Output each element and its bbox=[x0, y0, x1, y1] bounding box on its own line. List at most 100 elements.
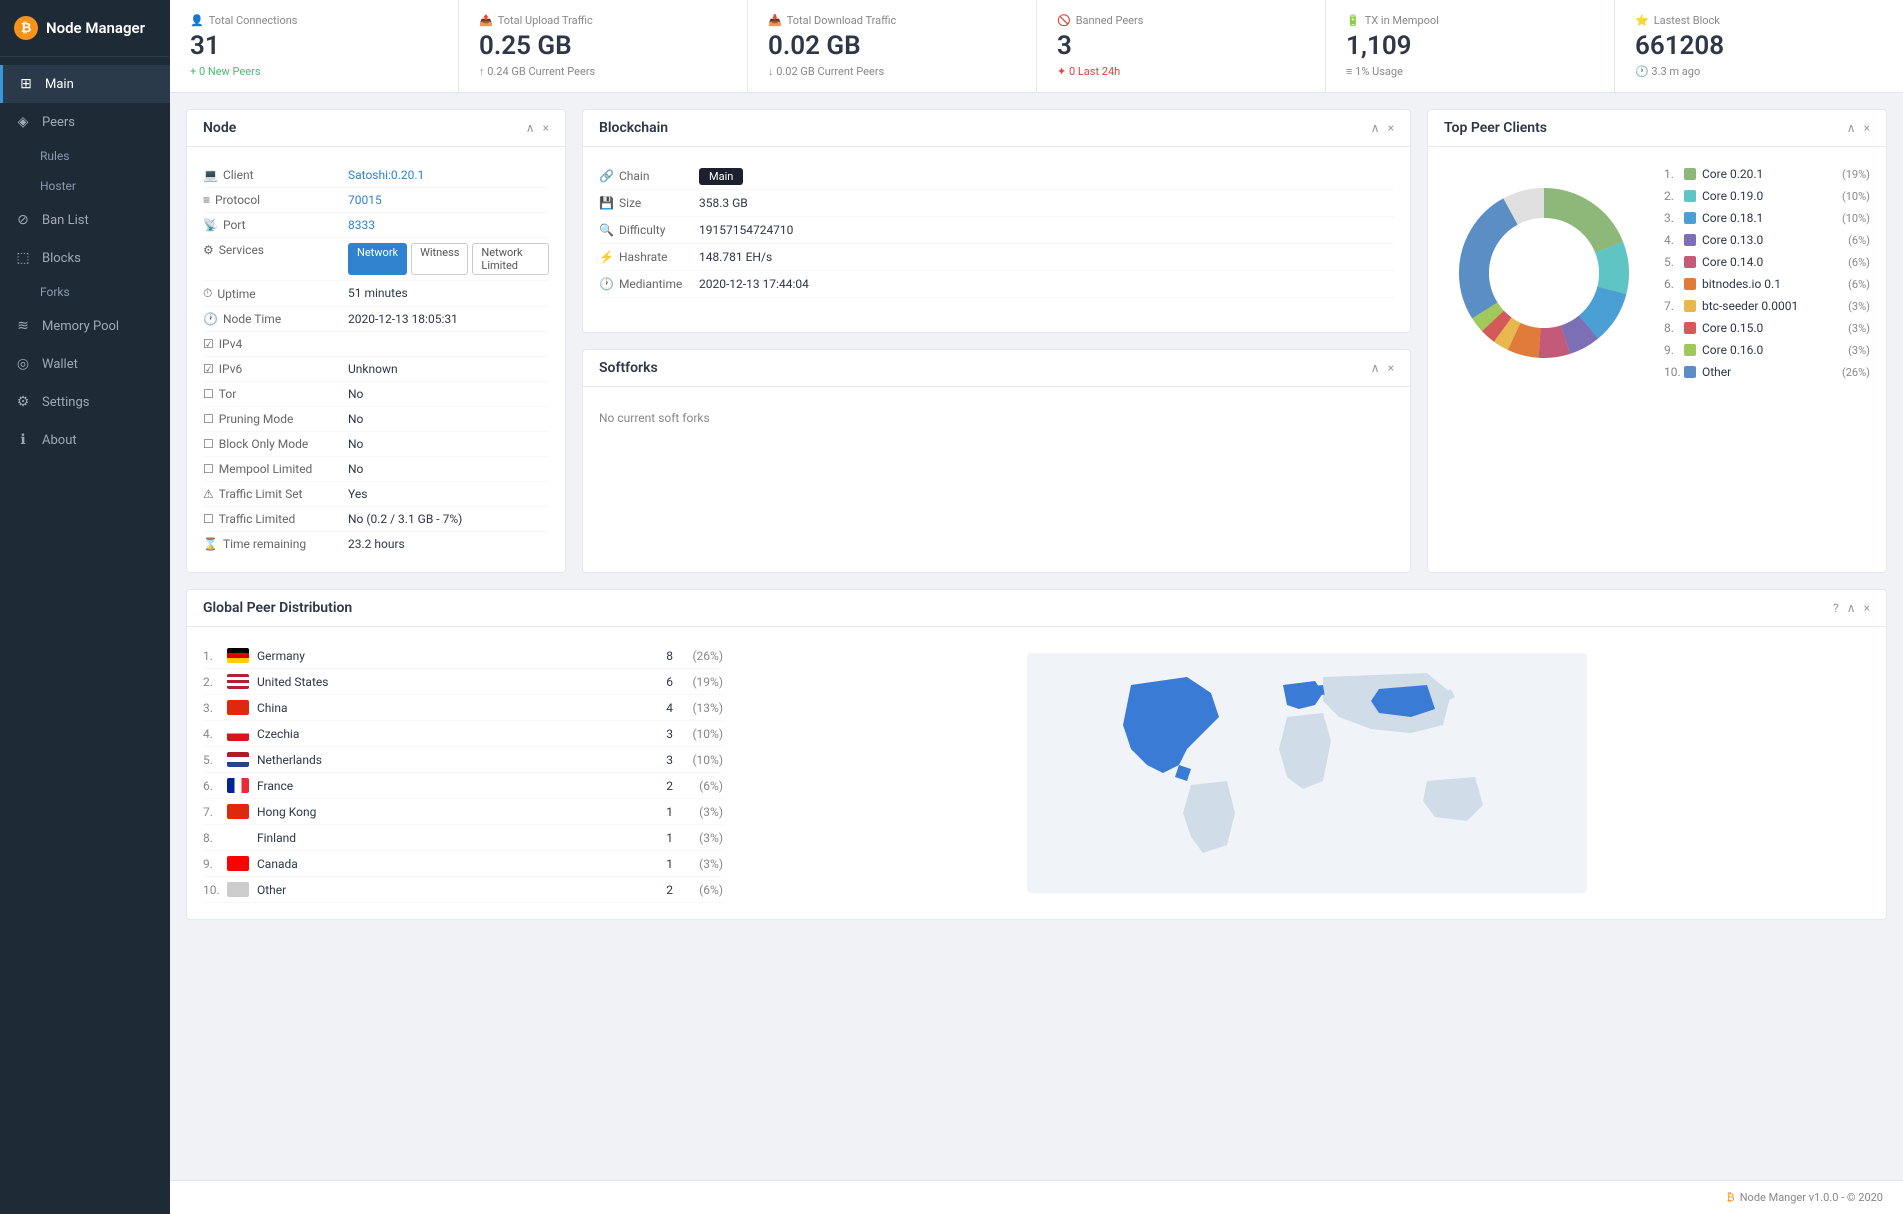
stat-banned-label: 🚫 Banned Peers bbox=[1057, 14, 1305, 27]
sidebar-item-about[interactable]: ℹ About bbox=[0, 421, 170, 459]
node-panel-body: 💻 Client Satoshi:0.20.1 ≡ Protocol 70015… bbox=[187, 147, 565, 572]
dist-row-3: 3. China 4 (13%) bbox=[203, 695, 723, 721]
node-row-uptime: ⏱ Uptime 51 minutes bbox=[203, 281, 549, 307]
blockchain-panel-title: Blockchain bbox=[599, 120, 668, 136]
tor-icon: ☐ bbox=[203, 387, 214, 401]
peer-item-1: 1. Core 0.20.1 (19%) bbox=[1664, 163, 1870, 185]
badge-network: Network bbox=[348, 243, 407, 275]
sidebar-item-main[interactable]: ⊞ Main bbox=[0, 65, 170, 103]
distribution-panel: Global Peer Distribution ? ∧ × 1. German… bbox=[186, 589, 1887, 920]
stat-upload-label: 📤 Total Upload Traffic bbox=[479, 14, 727, 27]
distribution-close-btn[interactable]: × bbox=[1864, 601, 1870, 615]
sidebar-item-forks[interactable]: Forks bbox=[0, 277, 170, 307]
mediantime-icon: 🕐 bbox=[599, 277, 614, 291]
stat-download: 📥 Total Download Traffic 0.02 GB ↓ 0.02 … bbox=[748, 0, 1037, 92]
stat-mempool-value: 1,109 bbox=[1346, 31, 1594, 62]
stat-block: ⭐ Lastest Block 661208 🕐 3.3 m ago bbox=[1615, 0, 1903, 92]
dist-row-7: 7. Hong Kong 1 (3%) bbox=[203, 799, 723, 825]
services-icon: ⚙ bbox=[203, 243, 214, 257]
stat-download-label: 📥 Total Download Traffic bbox=[768, 14, 1016, 27]
stat-connections-sub: + 0 New Peers bbox=[190, 65, 438, 78]
blockchain-close-btn[interactable]: × bbox=[1388, 121, 1394, 135]
app-logo: ₿ Node Manager bbox=[0, 0, 170, 57]
node-row-protocol: ≡ Protocol 70015 bbox=[203, 188, 549, 213]
node-panel-title: Node bbox=[203, 120, 236, 136]
stat-block-value: 661208 bbox=[1635, 31, 1883, 62]
peers-list: 1. Core 0.20.1 (19%) 2. Core 0.19.0 (10%… bbox=[1664, 163, 1870, 383]
top-peers-collapse-btn[interactable]: ∧ bbox=[1847, 121, 1856, 135]
distribution-collapse-btn[interactable]: ∧ bbox=[1847, 601, 1856, 615]
blockchain-row-size: 💾 Size 358.3 GB bbox=[599, 190, 1394, 217]
nodetime-icon: 🕐 bbox=[203, 312, 218, 326]
softforks-panel-title: Softforks bbox=[599, 360, 658, 376]
softforks-collapse-btn[interactable]: ∧ bbox=[1371, 361, 1380, 375]
blockchain-collapse-btn[interactable]: ∧ bbox=[1371, 121, 1380, 135]
footer-text: Node Manger v1.0.0 - © 2020 bbox=[1740, 1191, 1883, 1204]
node-panel-header: Node ∧ × bbox=[187, 110, 565, 147]
sidebar-item-blocks[interactable]: ⬚ Blocks bbox=[0, 239, 170, 277]
distribution-panel-header: Global Peer Distribution ? ∧ × bbox=[187, 590, 1886, 627]
hashrate-icon: ⚡ bbox=[599, 250, 614, 264]
flag-us bbox=[227, 674, 249, 689]
wallet-icon: ◎ bbox=[14, 355, 32, 373]
stat-upload-value: 0.25 GB bbox=[479, 31, 727, 62]
sidebar-label-blocks: Blocks bbox=[42, 251, 81, 266]
peer-color-3 bbox=[1684, 212, 1696, 224]
peer-color-9 bbox=[1684, 344, 1696, 356]
flag-fr bbox=[227, 778, 249, 793]
stats-bar: 👤 Total Connections 31 + 0 New Peers 📤 T… bbox=[170, 0, 1903, 93]
stat-download-value: 0.02 GB bbox=[768, 31, 1016, 62]
size-icon: 💾 bbox=[599, 196, 614, 210]
donut-chart bbox=[1444, 173, 1644, 373]
about-icon: ℹ bbox=[14, 431, 32, 449]
connections-icon: 👤 bbox=[190, 14, 204, 27]
flag-ca bbox=[227, 856, 249, 871]
peer-item-6: 6. bitnodes.io 0.1 (6%) bbox=[1664, 273, 1870, 295]
sidebar-item-wallet[interactable]: ◎ Wallet bbox=[0, 345, 170, 383]
sidebar-item-rules[interactable]: Rules bbox=[0, 141, 170, 171]
node-row-mempool-limited: ☐ Mempool Limited No bbox=[203, 457, 549, 482]
dist-row-6: 6. France 2 (6%) bbox=[203, 773, 723, 799]
softforks-panel-body: No current soft forks bbox=[583, 387, 1410, 449]
flag-cz bbox=[227, 726, 249, 741]
top-peers-close-btn[interactable]: × bbox=[1864, 121, 1870, 135]
block-icon: ⭐ bbox=[1635, 14, 1649, 27]
sidebar-item-peers[interactable]: ◈ Peers bbox=[0, 103, 170, 141]
node-close-btn[interactable]: × bbox=[543, 121, 549, 135]
stat-block-sub: 🕐 3.3 m ago bbox=[1635, 65, 1883, 78]
mempool-icon: ≋ bbox=[14, 317, 32, 335]
stat-upload: 📤 Total Upload Traffic 0.25 GB ↑ 0.24 GB… bbox=[459, 0, 748, 92]
stat-mempool-label: 🔋 TX in Mempool bbox=[1346, 14, 1594, 27]
mempool-limited-icon: ☐ bbox=[203, 462, 214, 476]
sidebar-item-banlist[interactable]: ⊘ Ban List bbox=[0, 201, 170, 239]
upload-icon: 📤 bbox=[479, 14, 493, 27]
top-peers-panel-header: Top Peer Clients ∧ × bbox=[1428, 110, 1886, 147]
dashboard: Node ∧ × 💻 Client Satoshi:0.20.1 ≡ Proto… bbox=[170, 93, 1903, 1180]
mempool-stat-icon: 🔋 bbox=[1346, 14, 1360, 27]
sidebar-item-settings[interactable]: ⚙ Settings bbox=[0, 383, 170, 421]
sidebar-item-hoster[interactable]: Hoster bbox=[0, 171, 170, 201]
chain-icon: 🔗 bbox=[599, 169, 614, 183]
pruning-icon: ☐ bbox=[203, 412, 214, 426]
blocks-icon: ⬚ bbox=[14, 249, 32, 267]
peer-item-8: 8. Core 0.15.0 (3%) bbox=[1664, 317, 1870, 339]
softforks-close-btn[interactable]: × bbox=[1388, 361, 1394, 375]
node-collapse-btn[interactable]: ∧ bbox=[526, 121, 535, 135]
peer-color-2 bbox=[1684, 190, 1696, 202]
traffic-limit-icon: ⚠ bbox=[203, 487, 214, 501]
world-map bbox=[1027, 653, 1587, 893]
uptime-icon: ⏱ bbox=[203, 286, 212, 301]
stat-banned-value: 3 bbox=[1057, 31, 1305, 62]
port-icon: 📡 bbox=[203, 218, 218, 232]
footer: ₿ Node Manger v1.0.0 - © 2020 bbox=[170, 1180, 1903, 1214]
dist-row-8: 8. Finland 1 (3%) bbox=[203, 825, 723, 851]
blockchain-row-difficulty: 🔍 Difficulty 19157154724710 bbox=[599, 217, 1394, 244]
sidebar-label-peers: Peers bbox=[42, 115, 75, 130]
peer-item-10: 10. Other (26%) bbox=[1664, 361, 1870, 383]
distribution-panel-body: 1. Germany 8 (26%) 2. United States 6 (1… bbox=[187, 627, 1886, 919]
peer-item-9: 9. Core 0.16.0 (3%) bbox=[1664, 339, 1870, 361]
node-row-client: 💻 Client Satoshi:0.20.1 bbox=[203, 163, 549, 188]
footer-icon: ₿ bbox=[1727, 1191, 1735, 1204]
sidebar-item-mempool[interactable]: ≋ Memory Pool bbox=[0, 307, 170, 345]
distribution-help-btn[interactable]: ? bbox=[1833, 601, 1839, 615]
